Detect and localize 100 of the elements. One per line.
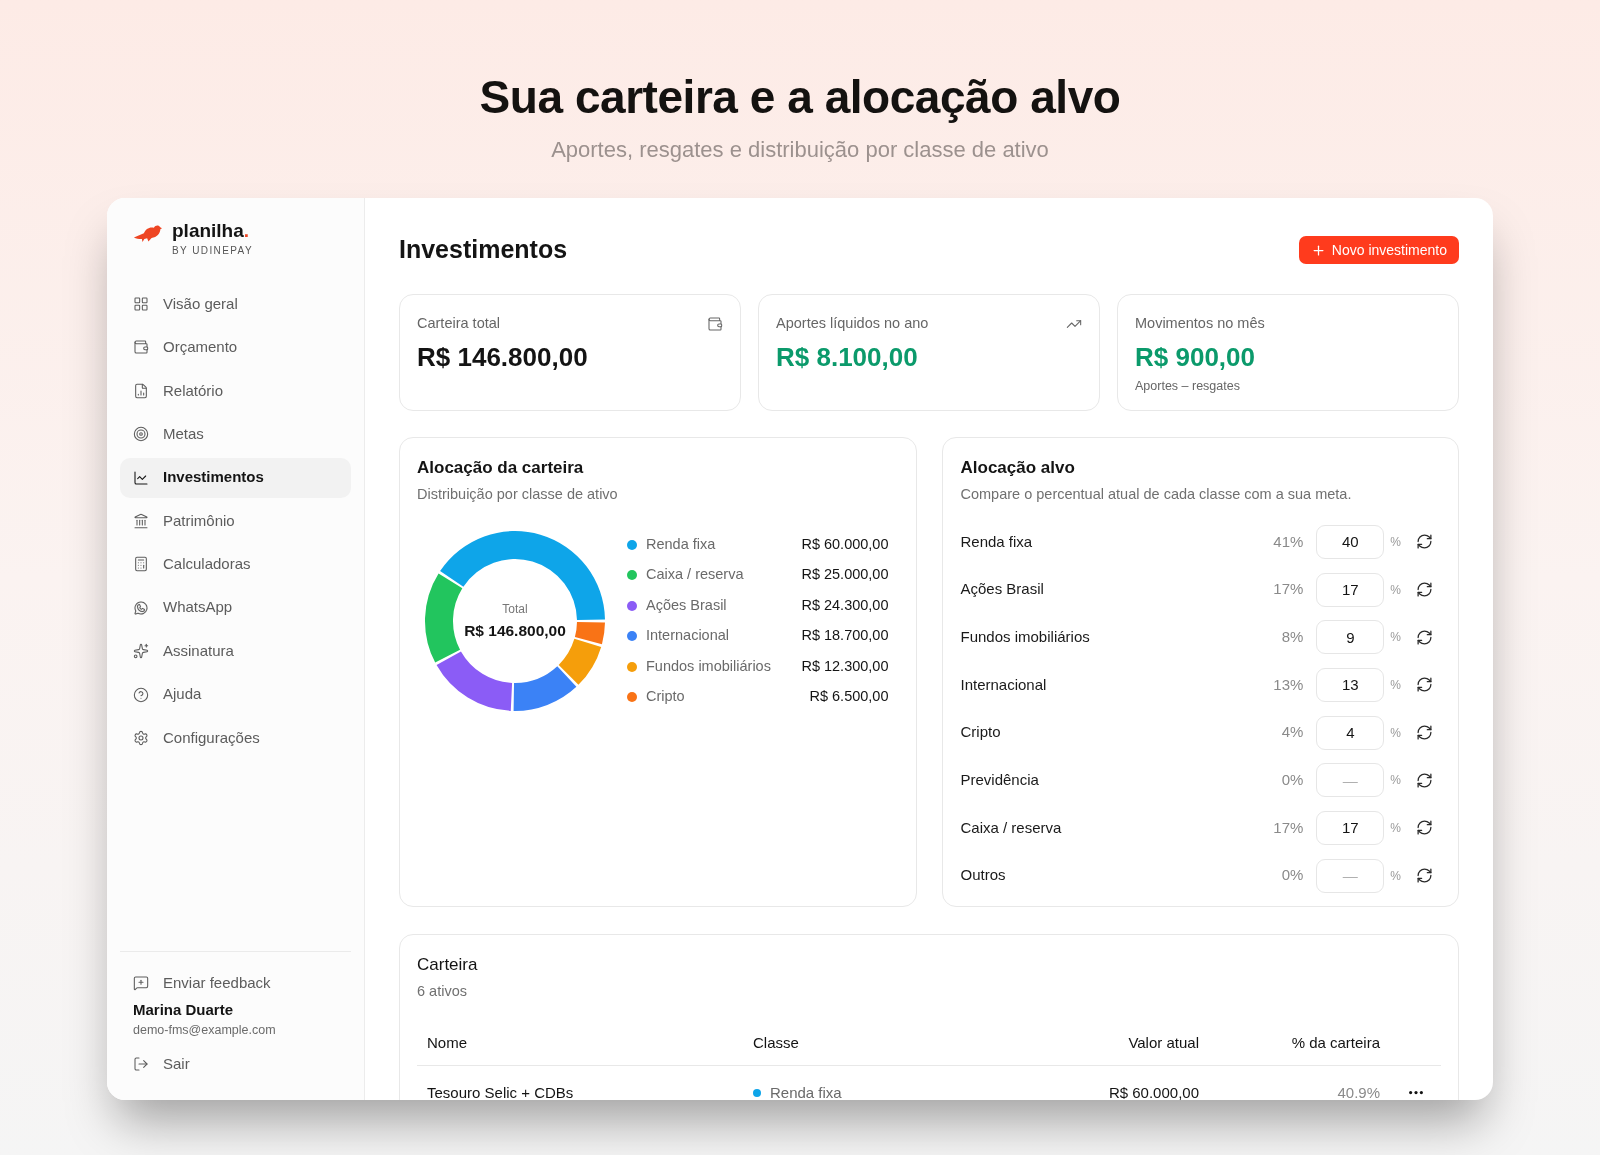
grid-icon [133, 296, 149, 312]
target-icon [133, 426, 149, 443]
current-percent: 8% [1281, 626, 1304, 647]
percent-unit: % [1390, 581, 1401, 599]
refresh-icon [1416, 581, 1433, 599]
user-name: Marina Duarte [132, 1000, 235, 1020]
refresh-button[interactable] [1416, 771, 1433, 789]
asset-count: 6 ativos [417, 982, 468, 1001]
class-label: Cripto [960, 722, 1001, 743]
class-label: Internacional [960, 674, 1047, 695]
refresh-icon [1416, 628, 1433, 646]
legend-amount: R$ 12.300,00 [800, 656, 889, 676]
target-input[interactable]: — [1316, 858, 1385, 893]
target-input[interactable]: 9 [1316, 620, 1385, 655]
refresh-icon [1416, 676, 1433, 694]
stat-value: R$ 146.800,00 [417, 341, 589, 373]
help-icon [133, 686, 149, 703]
nav-item[interactable]: Visão geral [120, 284, 351, 324]
card-title: Alocação da carteira [417, 457, 585, 479]
current-percent: 17% [1273, 817, 1304, 838]
more-icon [1408, 1091, 1423, 1095]
current-percent: 13% [1273, 674, 1304, 695]
card-subtitle: Distribuição por classe de ativo [417, 485, 619, 504]
legend-label: Internacional [646, 626, 730, 646]
refresh-button[interactable] [1416, 581, 1433, 599]
column-header: Nome [426, 1033, 468, 1054]
current-percent: 4% [1281, 722, 1304, 743]
refresh-icon [1416, 724, 1433, 742]
legend-label: Caixa / reserva [646, 565, 744, 585]
class-label: Caixa / reserva [960, 817, 1062, 838]
current-percent: 0% [1281, 770, 1304, 791]
card-title: Carteira [417, 954, 479, 976]
refresh-button[interactable] [1416, 819, 1433, 837]
refresh-button[interactable] [1416, 724, 1433, 742]
column-header: Valor atual [1127, 1033, 1200, 1054]
brand-dot: . [243, 220, 250, 242]
chat-phone-icon [133, 599, 149, 616]
nav-item[interactable]: Configurações [120, 717, 351, 758]
line-chart-icon [133, 469, 149, 486]
refresh-button[interactable] [1416, 533, 1433, 551]
target-input[interactable]: 17 [1316, 810, 1385, 845]
nav-item[interactable]: WhatsApp [120, 587, 351, 628]
logout-icon [133, 1056, 149, 1072]
refresh-icon [1416, 819, 1433, 837]
nav-item[interactable]: Calculadoras [120, 544, 351, 585]
legend-label: Renda fixa [646, 534, 716, 554]
donut-center-label: Total [502, 601, 528, 617]
column-header: % da carteira [1290, 1033, 1381, 1054]
new-investment-button[interactable]: Novo investimento [1298, 236, 1459, 264]
stat-value: R$ 8.100,00 [776, 341, 919, 373]
user-email: demo-fms@example.com [132, 1022, 277, 1038]
percent-unit: % [1390, 724, 1401, 742]
refresh-button[interactable] [1416, 628, 1433, 646]
target-input[interactable]: 17 [1316, 572, 1385, 607]
class-label: Ações Brasil [960, 579, 1044, 600]
refresh-button[interactable] [1416, 867, 1433, 885]
target-input[interactable]: — [1316, 763, 1385, 798]
brand-name: planilha [172, 220, 244, 242]
percent-unit: % [1390, 772, 1401, 790]
target-input[interactable]: 13 [1316, 667, 1385, 702]
table-cell-text: Renda fixa [770, 1082, 842, 1100]
nav-item[interactable]: Metas [120, 414, 351, 455]
stat-value: R$ 900,00 [1135, 341, 1256, 373]
refresh-icon [1416, 533, 1433, 551]
table-cell-text: R$ 60.000,00 [1107, 1082, 1200, 1100]
bank-icon [133, 512, 149, 529]
percent-unit: % [1390, 867, 1401, 885]
settings-icon [133, 729, 149, 746]
table-cell-text: Tesouro Selic + CDBs [426, 1082, 575, 1100]
nav-item[interactable]: Ajuda [120, 674, 351, 715]
logout-button[interactable]: Sair [120, 1052, 351, 1076]
stat-label: Carteira total [417, 314, 500, 334]
target-input[interactable]: 40 [1316, 524, 1385, 559]
nav-item[interactable]: Orçamento [120, 327, 351, 368]
table-cell-text: 40.9% [1336, 1082, 1381, 1100]
class-label: Fundos imobiliários [960, 626, 1090, 647]
donut-center-value: R$ 146.800,00 [464, 620, 566, 641]
file-chart-icon [133, 382, 149, 399]
legend-amount: R$ 24.300,00 [800, 595, 889, 615]
nav-item[interactable]: Assinatura [120, 631, 351, 672]
class-label: Previdência [960, 770, 1039, 791]
stat-label: Aportes líquidos no ano [776, 314, 929, 334]
nav-item[interactable]: Patrimônio [120, 500, 351, 541]
legend-amount: R$ 18.700,00 [800, 626, 889, 646]
nav-item[interactable]: Investimentos [120, 457, 351, 498]
legend-label: Cripto [646, 687, 685, 707]
legend-amount: R$ 25.000,00 [800, 565, 889, 585]
calculator-icon [133, 556, 149, 573]
feedback-button[interactable]: Enviar feedback [120, 971, 351, 995]
stat-note: Aportes – resgates [1135, 378, 1241, 394]
legend-amount: R$ 60.000,00 [800, 534, 889, 554]
refresh-button[interactable] [1416, 676, 1433, 694]
hero-title: Sua carteira e a alocação alvo [479, 70, 1121, 124]
stat-label: Movimentos no mês [1135, 314, 1265, 334]
column-header: Classe [752, 1033, 800, 1054]
current-percent: 17% [1273, 579, 1304, 600]
page-title: Investimentos [399, 234, 568, 266]
target-input[interactable]: 4 [1316, 715, 1385, 750]
nav-item[interactable]: Relatório [120, 370, 351, 411]
current-percent: 0% [1281, 865, 1304, 886]
